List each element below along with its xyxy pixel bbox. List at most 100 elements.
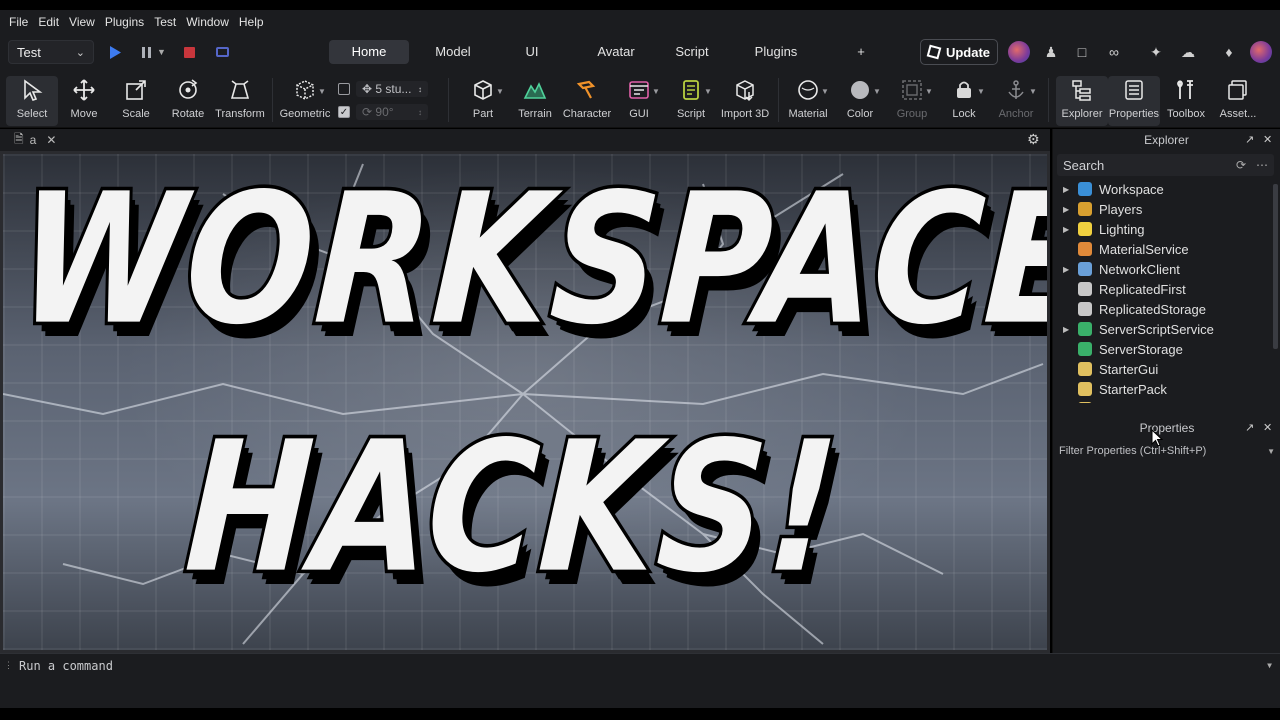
- explorer-item[interactable]: ▶ Workspace: [1053, 179, 1280, 199]
- chevron-down-icon[interactable]: ▼: [1267, 447, 1275, 456]
- color-chevron-icon[interactable]: ▼: [873, 87, 881, 96]
- close-icon[interactable]: ✕: [46, 133, 56, 147]
- select-tool[interactable]: Select: [6, 76, 58, 126]
- toolbox-toggle[interactable]: Toolbox: [1160, 76, 1212, 126]
- scale-tool[interactable]: Scale: [110, 76, 162, 126]
- play-button[interactable]: [108, 44, 122, 60]
- viewport-settings-gear-icon[interactable]: ⚙: [1027, 131, 1040, 148]
- document-tab-icon: 🗎: [14, 131, 24, 146]
- explorer-item[interactable]: MaterialService: [1053, 239, 1280, 259]
- expand-arrow-icon[interactable]: ▶: [1063, 325, 1075, 334]
- group-chevron-icon[interactable]: ▼: [925, 87, 933, 96]
- 3d-viewport[interactable]: WORKSPACE HACKS!: [0, 151, 1050, 653]
- tab-ui[interactable]: UI: [497, 40, 567, 64]
- gui-tool[interactable]: GUI: [613, 76, 665, 126]
- menu-help[interactable]: Help: [234, 10, 269, 34]
- document-tab[interactable]: a: [30, 133, 37, 147]
- move-snap-checkbox[interactable]: [338, 83, 350, 95]
- undock-icon[interactable]: ↗: [1245, 417, 1254, 439]
- group-tool[interactable]: Group: [886, 76, 938, 126]
- rotate-snap-checkbox[interactable]: ✓: [338, 106, 350, 118]
- chevron-down-icon[interactable]: ▼: [1267, 661, 1272, 670]
- profile-avatar[interactable]: [1250, 41, 1272, 63]
- close-icon[interactable]: ✕: [1263, 129, 1272, 151]
- properties-filter-input[interactable]: Filter Properties (Ctrl+Shift+P) ▼: [1057, 441, 1275, 461]
- lock-chevron-icon[interactable]: ▼: [977, 87, 985, 96]
- asset-manager-toggle[interactable]: Asset...: [1212, 76, 1264, 126]
- material-chevron-icon[interactable]: ▼: [821, 87, 829, 96]
- device-emulator-button[interactable]: [214, 44, 230, 60]
- cloud-icon[interactable]: ☁: [1177, 41, 1199, 63]
- script-tool[interactable]: Script: [665, 76, 717, 126]
- anchor-chevron-icon[interactable]: ▼: [1029, 87, 1037, 96]
- explorer-item[interactable]: ▶ Lighting: [1053, 219, 1280, 239]
- explorer-scrollbar[interactable]: [1273, 184, 1278, 349]
- explorer-item[interactable]: ▶ Players: [1053, 199, 1280, 219]
- properties-toggle[interactable]: Properties: [1108, 76, 1160, 126]
- explorer-item[interactable]: StarterGui: [1053, 359, 1280, 379]
- rotate-snap-control[interactable]: ✓ ⟳ 90° ↕: [338, 103, 438, 121]
- geometric-chevron-icon[interactable]: ▼: [318, 87, 326, 96]
- rotate-snap-input[interactable]: ⟳ 90° ↕: [356, 104, 428, 120]
- part-tool[interactable]: Part: [457, 76, 509, 126]
- explorer-search-input[interactable]: Search ⟳ ⋯: [1057, 154, 1274, 176]
- menu-plugins[interactable]: Plugins: [100, 10, 149, 34]
- menu-file[interactable]: File: [4, 10, 33, 34]
- menu-view[interactable]: View: [64, 10, 100, 34]
- expand-arrow-icon[interactable]: ▶: [1063, 265, 1075, 274]
- gui-chevron-icon[interactable]: ▼: [652, 87, 660, 96]
- menu-edit[interactable]: Edit: [33, 10, 64, 34]
- transform-tool[interactable]: Transform: [214, 76, 266, 126]
- undock-icon[interactable]: ↗: [1245, 129, 1254, 151]
- explorer-item-label: Players: [1099, 201, 1143, 217]
- menu-window[interactable]: Window: [181, 10, 234, 34]
- notifications-bell-icon[interactable]: ♦: [1218, 41, 1240, 63]
- close-icon[interactable]: ✕: [1263, 417, 1272, 439]
- more-options-icon[interactable]: ⋯: [1256, 158, 1268, 172]
- chat-icon[interactable]: □: [1071, 41, 1093, 63]
- history-icon[interactable]: ⟳: [1236, 158, 1246, 172]
- avatar[interactable]: [1008, 41, 1030, 63]
- menu-test[interactable]: Test: [149, 10, 181, 34]
- stop-button[interactable]: [183, 44, 195, 60]
- explorer-item[interactable]: ReplicatedFirst: [1053, 279, 1280, 299]
- lock-tool[interactable]: Lock: [938, 76, 990, 126]
- expand-arrow-icon[interactable]: ▶: [1063, 185, 1075, 194]
- color-tool[interactable]: Color: [834, 76, 886, 126]
- move-tool[interactable]: Move: [58, 76, 110, 126]
- explorer-item[interactable]: ServerStorage: [1053, 339, 1280, 359]
- explorer-toggle[interactable]: Explorer: [1056, 76, 1108, 126]
- import3d-tool[interactable]: Import 3D: [717, 76, 773, 126]
- tab-home[interactable]: Home: [329, 40, 409, 64]
- expand-arrow-icon[interactable]: ▶: [1063, 205, 1075, 214]
- terrain-tool[interactable]: Terrain: [509, 76, 561, 126]
- pause-button[interactable]: [139, 44, 153, 60]
- explorer-item[interactable]: StarterPack: [1053, 379, 1280, 399]
- tab-script[interactable]: Script: [665, 40, 719, 64]
- script-chevron-icon[interactable]: ▼: [704, 87, 712, 96]
- move-snap-input[interactable]: ✥ 5 stu... ↕: [356, 81, 428, 97]
- explorer-item[interactable]: ▶ ServerScriptService: [1053, 319, 1280, 339]
- character-tool[interactable]: Character: [561, 76, 613, 126]
- rotate-tool[interactable]: Rotate: [162, 76, 214, 126]
- collaborators-icon[interactable]: ♟: [1040, 41, 1062, 63]
- command-bar[interactable]: ⋮ Run a command ▼: [0, 653, 1280, 677]
- tab-model[interactable]: Model: [409, 40, 497, 64]
- tab-avatar[interactable]: Avatar: [567, 40, 665, 64]
- geometric-mode-tool[interactable]: Geometric: [279, 76, 331, 126]
- mode-dropdown[interactable]: Test ⌄: [8, 40, 94, 64]
- material-tool[interactable]: Material: [782, 76, 834, 126]
- update-button[interactable]: Update: [920, 39, 998, 65]
- share-icon[interactable]: ∞: [1103, 41, 1125, 63]
- add-tab-button[interactable]: +: [833, 40, 889, 64]
- tab-plugins[interactable]: Plugins: [719, 40, 833, 64]
- explorer-item[interactable]: ▶ NetworkClient: [1053, 259, 1280, 279]
- expand-arrow-icon[interactable]: ▶: [1063, 225, 1075, 234]
- assistant-sparkle-icon[interactable]: ✦: [1145, 41, 1167, 63]
- pause-options-chevron-icon[interactable]: ▼: [157, 44, 166, 60]
- anchor-tool[interactable]: Anchor: [990, 76, 1042, 126]
- part-chevron-icon[interactable]: ▼: [496, 87, 504, 96]
- explorer-item[interactable]: ReplicatedStorage: [1053, 299, 1280, 319]
- move-snap-control[interactable]: ✥ 5 stu... ↕: [338, 80, 438, 98]
- explorer-item[interactable]: ▶StarterPlayer: [1053, 399, 1280, 403]
